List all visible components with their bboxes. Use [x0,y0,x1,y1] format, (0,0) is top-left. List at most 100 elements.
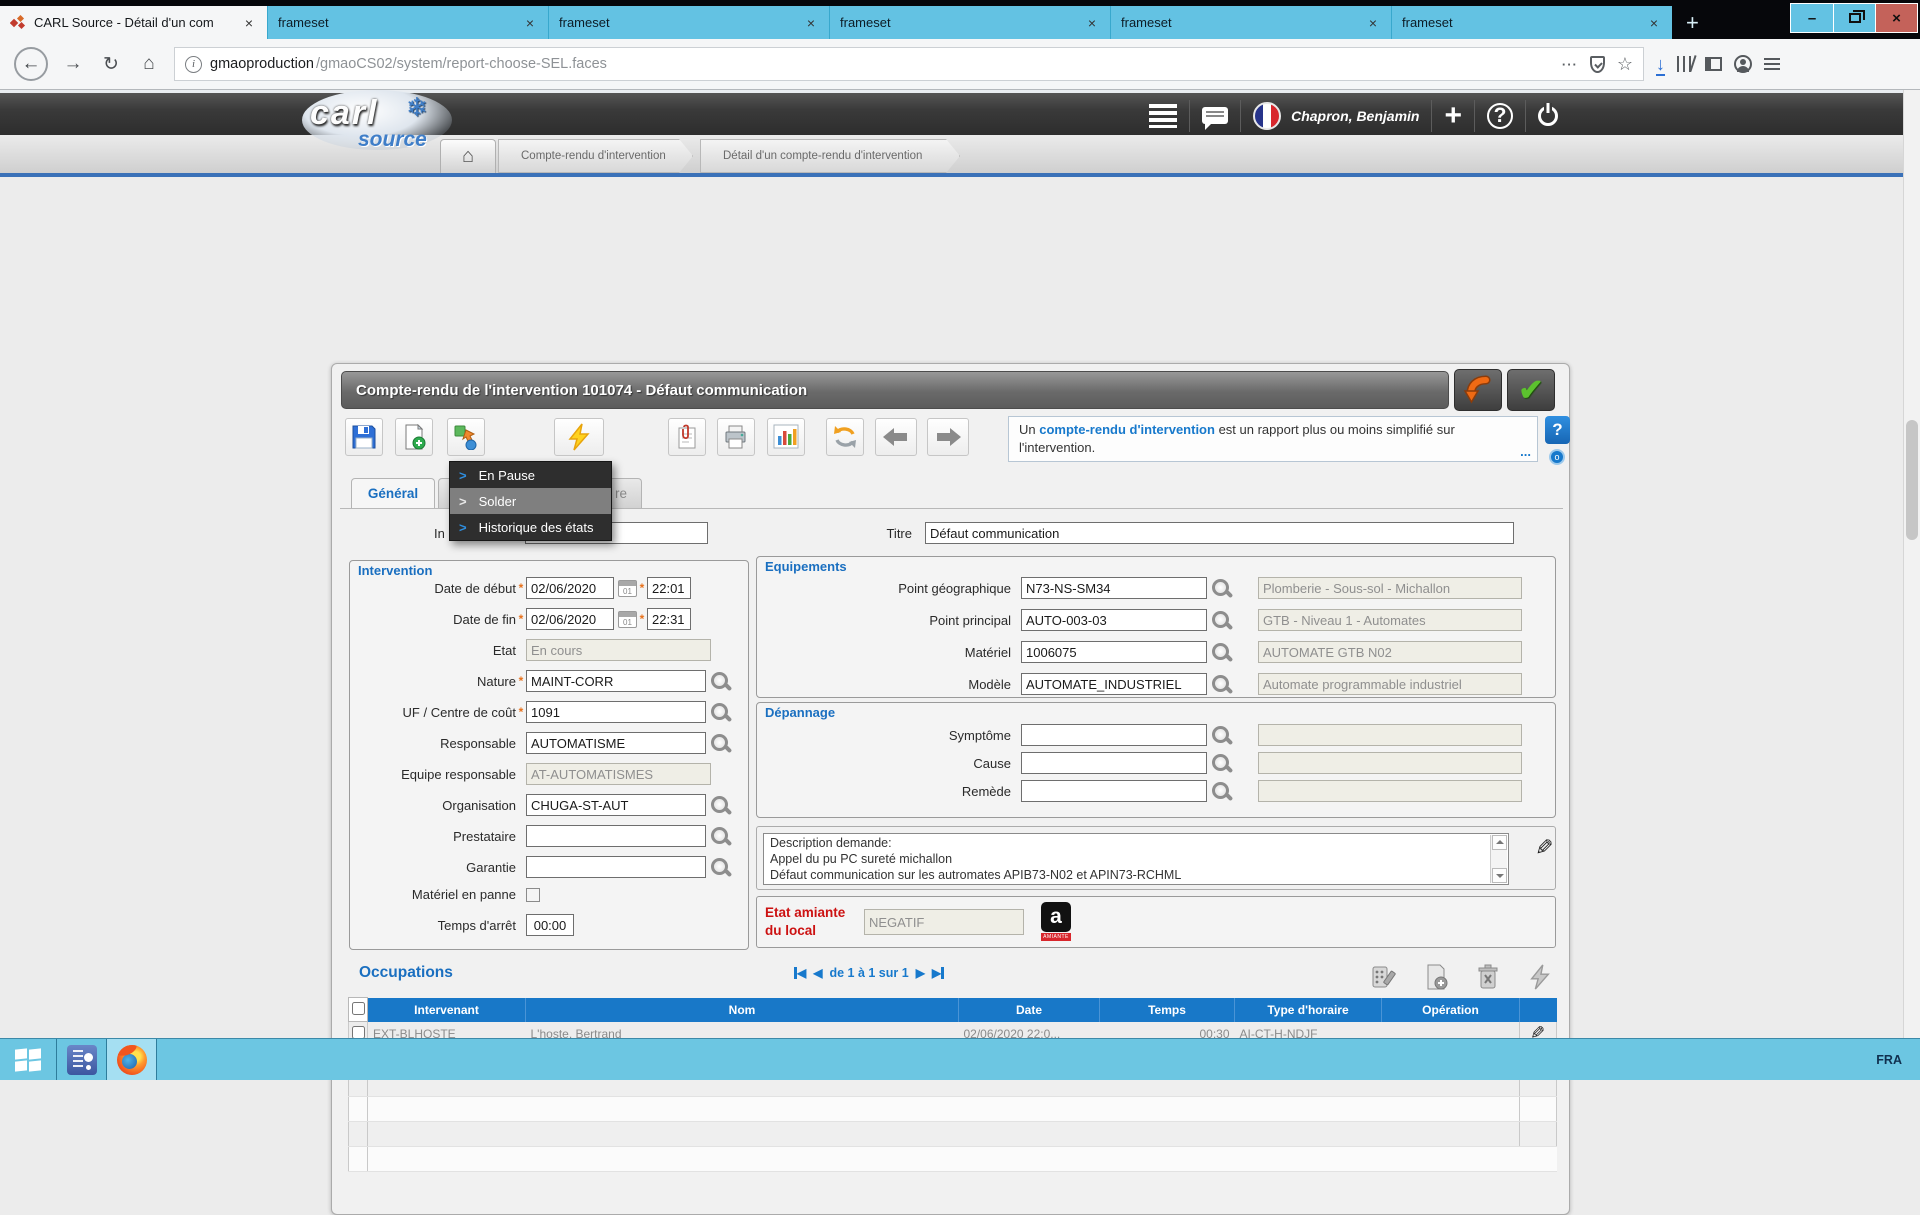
breadcrumb-item[interactable]: Compte-rendu d'intervention [498,139,693,173]
first-page-icon[interactable]: ◀ [794,966,806,980]
garantie-input[interactable] [526,856,706,878]
heure-fin-input[interactable] [647,608,691,630]
lookup-icon[interactable] [1210,577,1232,599]
materiel-input[interactable] [1021,641,1207,663]
uf-input[interactable] [526,701,706,723]
attachments-button[interactable] [668,418,706,456]
tab-close-icon[interactable]: × [803,15,819,31]
print-button[interactable] [717,418,755,456]
browser-tab[interactable]: frameset× [267,6,548,39]
undo-return-button[interactable] [1454,369,1502,411]
workflow-button[interactable] [554,418,604,456]
tab-close-icon[interactable]: × [1365,15,1381,31]
lookup-icon[interactable] [1210,641,1232,663]
cause-input[interactable] [1021,752,1207,774]
col-temps[interactable]: Temps [1100,998,1235,1022]
app-menu-icon[interactable] [1149,104,1177,128]
menu-item-en-pause[interactable]: >En Pause [450,462,611,488]
col-intervenant[interactable]: Intervenant [368,998,526,1022]
library-icon[interactable] [1677,56,1693,72]
add-occupation-button[interactable] [1419,960,1453,994]
breadcrumb-item[interactable]: Détail d'un compte-rendu d'intervention [700,139,960,173]
sidebar-icon[interactable] [1705,57,1722,71]
window-minimize-button[interactable]: – [1791,4,1833,32]
browser-tab[interactable]: frameset× [548,6,829,39]
point-geo-input[interactable] [1021,577,1207,599]
bookmark-star-icon[interactable]: ☆ [1617,54,1633,75]
logout-power-icon[interactable] [1538,106,1558,126]
menu-icon[interactable] [1764,58,1780,70]
account-icon[interactable] [1734,55,1752,73]
calendar-icon[interactable]: 01 [618,611,637,628]
lookup-icon[interactable] [1210,724,1232,746]
tab-close-icon[interactable]: × [1646,15,1662,31]
scroll-up-icon[interactable] [1492,835,1507,850]
occupation-workflow-button[interactable] [1523,960,1557,994]
browser-tab[interactable]: frameset× [1110,6,1391,39]
home-button[interactable]: ⌂ [136,53,162,75]
menu-item-solder[interactable]: >Solder [450,488,611,514]
menu-item-historique[interactable]: >Historique des états [450,514,611,540]
lookup-icon[interactable] [709,794,731,816]
browser-tab[interactable]: frameset× [829,6,1110,39]
prestataire-input[interactable] [526,825,706,847]
last-page-icon[interactable]: ▶ [932,966,944,980]
lookup-icon[interactable] [1210,673,1232,695]
forward-button[interactable]: → [60,53,86,75]
help-dot-button[interactable]: o [1549,449,1565,465]
window-maximize-button[interactable] [1833,4,1875,32]
point-principal-input[interactable] [1021,609,1207,631]
downloads-icon[interactable]: ↓ [1656,54,1665,75]
pocket-icon[interactable] [1590,56,1605,73]
next-page-icon[interactable]: ▶ [916,966,925,980]
date-fin-input[interactable] [526,608,614,630]
edit-description-icon[interactable]: ✎ [1535,835,1553,861]
organisation-input[interactable] [526,794,706,816]
language-flag-icon[interactable] [1253,102,1281,130]
date-debut-input[interactable] [526,577,614,599]
scroll-down-icon[interactable] [1492,868,1507,883]
url-bar[interactable]: i gmaoproduction/gmaoCS02/system/report-… [174,47,1644,81]
lookup-icon[interactable] [709,670,731,692]
help-more-link[interactable]: ... [1520,443,1531,461]
batch-edit-button[interactable] [1367,960,1401,994]
user-name[interactable]: Chapron, Benjamin [1291,108,1419,124]
responsable-input[interactable] [526,732,706,754]
save-button[interactable] [345,418,383,456]
help-link[interactable]: compte-rendu d'intervention [1039,422,1215,437]
col-nom[interactable]: Nom [526,998,959,1022]
tab-close-icon[interactable]: × [1084,15,1100,31]
browser-tab[interactable]: frameset× [1391,6,1672,39]
symptome-input[interactable] [1021,724,1207,746]
taskbar-app-button[interactable] [57,1039,107,1080]
change-status-button[interactable] [447,418,485,456]
materiel-panne-checkbox[interactable] [526,888,540,902]
col-operation[interactable]: Opération [1382,998,1520,1022]
tab-close-icon[interactable]: × [241,15,257,31]
new-report-button[interactable] [395,418,433,456]
lookup-icon[interactable] [1210,780,1232,802]
col-type-horaire[interactable]: Type d'horaire [1235,998,1382,1022]
select-all-checkbox[interactable] [352,1002,365,1015]
lookup-icon[interactable] [1210,609,1232,631]
statistics-button[interactable] [767,418,805,456]
browser-tab-active[interactable]: CARL Source - Détail d'un com × [0,6,267,39]
site-info-icon[interactable]: i [185,56,202,73]
prev-page-icon[interactable]: ◀ [813,966,822,980]
amiante-badge-icon[interactable]: a AMIANTE [1041,902,1071,941]
calendar-icon[interactable]: 01 [618,580,637,597]
refresh-button[interactable] [826,418,864,456]
col-date[interactable]: Date [959,998,1100,1022]
window-close-button[interactable]: × [1875,4,1917,32]
language-indicator[interactable]: FRA [1876,1039,1920,1080]
next-record-button[interactable] [927,418,969,456]
create-plus-icon[interactable]: + [1444,101,1462,131]
contextual-help-button[interactable]: ? [1545,416,1570,444]
heure-debut-input[interactable] [647,577,691,599]
lookup-icon[interactable] [709,701,731,723]
browser-scrollbar[interactable] [1903,90,1920,1038]
reload-button[interactable]: ↻ [98,53,124,76]
tab-general[interactable]: Général [351,478,435,508]
validate-button[interactable]: ✔ [1507,369,1555,411]
messages-icon[interactable] [1202,107,1228,124]
